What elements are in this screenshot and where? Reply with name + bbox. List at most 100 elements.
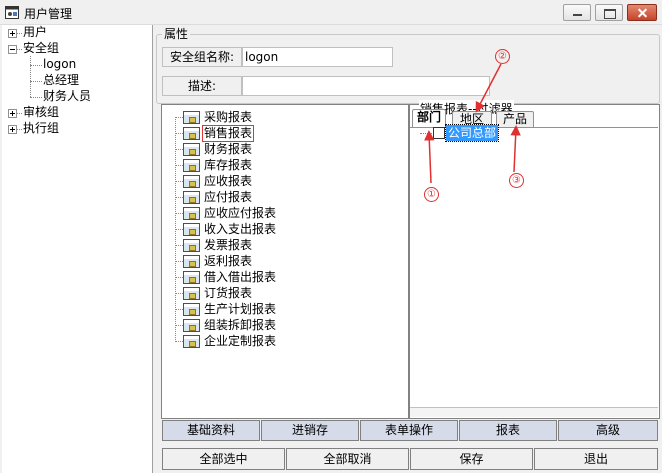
group-name-label: 安全组名称: <box>162 47 242 67</box>
report-item-label: 应付报表 <box>204 189 253 204</box>
report-item[interactable]: 发票报表 <box>183 237 253 253</box>
report-icon <box>183 142 200 156</box>
report-icon <box>183 334 200 348</box>
annotation-marker-1: ① <box>424 187 439 202</box>
report-item[interactable]: 应付报表 <box>183 189 253 205</box>
report-item-label: 企业定制报表 <box>204 333 277 348</box>
report-icon <box>183 286 200 300</box>
report-icon <box>183 254 200 268</box>
report-item[interactable]: 收入支出报表 <box>183 221 277 237</box>
report-item[interactable]: 借入借出报表 <box>183 269 277 285</box>
report-icon <box>183 174 200 188</box>
tree-connector <box>17 129 22 130</box>
expand-plus-icon[interactable] <box>8 125 17 134</box>
report-item-label: 采购报表 <box>204 109 253 124</box>
report-item-label: 收入支出报表 <box>204 221 277 236</box>
tree-connector <box>30 56 31 97</box>
report-button[interactable]: 报表 <box>459 420 557 441</box>
report-item-label: 财务报表 <box>204 141 253 156</box>
report-icon <box>183 222 200 236</box>
tree-connector <box>30 97 42 98</box>
exit-button[interactable]: 退出 <box>534 448 658 470</box>
tree-item-general-manager[interactable]: 总经理 <box>43 73 79 88</box>
tree-connector <box>17 33 22 34</box>
report-icon <box>183 318 200 332</box>
save-button[interactable]: 保存 <box>410 448 533 470</box>
report-icon <box>183 110 200 124</box>
advanced-button[interactable]: 高级 <box>558 420 658 441</box>
report-item[interactable]: 生产计划报表 <box>183 301 277 317</box>
tree-connector <box>175 245 183 246</box>
select-all-button[interactable]: 全部选中 <box>162 448 285 470</box>
annotation-arrow-3 <box>510 125 521 173</box>
properties-group-title: 属性 <box>162 25 191 42</box>
tree-connector <box>175 117 183 118</box>
report-item-label: 发票报表 <box>204 237 253 252</box>
report-item[interactable]: 采购报表 <box>183 109 253 125</box>
minimize-button[interactable] <box>563 4 591 21</box>
tree-connector <box>175 325 183 326</box>
report-item[interactable]: 销售报表 <box>183 124 255 142</box>
tree-connector <box>175 197 183 198</box>
tree-connector <box>30 65 42 66</box>
report-tree[interactable]: 采购报表 销售报表 财务报表 库存报表 应收报表 应付报表 应收应付报表 收入支出报表 发票报表… <box>161 104 409 419</box>
report-item[interactable]: 应收应付报表 <box>183 205 277 221</box>
deselect-all-button[interactable]: 全部取消 <box>286 448 409 470</box>
report-item-label: 库存报表 <box>204 157 253 172</box>
basic-data-button[interactable]: 基础资料 <box>162 420 260 441</box>
tree-connector <box>17 49 22 50</box>
group-name-input[interactable] <box>242 47 393 67</box>
report-icon <box>183 238 200 252</box>
report-item[interactable]: 库存报表 <box>183 157 253 173</box>
report-item[interactable]: 返利报表 <box>183 253 253 269</box>
tree-connector <box>175 229 183 230</box>
report-icon <box>183 206 200 220</box>
report-item[interactable]: 企业定制报表 <box>183 333 277 349</box>
report-item-label: 应收报表 <box>204 173 253 188</box>
tree-item-security-group[interactable]: 安全组 <box>23 41 59 56</box>
annotation-marker-3: ③ <box>509 173 524 188</box>
report-icon <box>183 270 200 284</box>
tree-connector <box>175 341 183 342</box>
report-item-label: 生产计划报表 <box>204 301 277 316</box>
maximize-button[interactable] <box>595 4 623 21</box>
tree-connector <box>175 181 183 182</box>
tree-item-logon[interactable]: logon <box>43 57 76 72</box>
report-item[interactable]: 订货报表 <box>183 285 253 301</box>
report-item-label: 应收应付报表 <box>204 205 277 220</box>
report-icon <box>183 158 200 172</box>
report-item[interactable]: 组装拆卸报表 <box>183 317 277 333</box>
tree-connector <box>30 81 42 82</box>
close-button[interactable] <box>627 4 657 21</box>
report-icon <box>183 302 200 316</box>
tree-connector <box>175 165 183 166</box>
report-item-label: 返利报表 <box>204 253 253 268</box>
tree-item-audit-group[interactable]: 审核组 <box>23 105 59 120</box>
window-title: 用户管理 <box>24 7 73 21</box>
tree-connector <box>175 309 183 310</box>
report-icon <box>183 126 200 140</box>
user-group-tree[interactable]: 用户 安全组 logon 总经理 财务人员 审核组 执行组 <box>2 25 153 473</box>
expand-plus-icon[interactable] <box>8 109 17 118</box>
tree-item-exec-group[interactable]: 执行组 <box>23 121 59 136</box>
tree-item-finance-staff[interactable]: 财务人员 <box>43 89 91 104</box>
tree-connector <box>175 149 183 150</box>
filter-horizontal-scrollbar[interactable] <box>410 407 658 417</box>
form-operation-button[interactable]: 表单操作 <box>360 420 458 441</box>
tree-connector <box>175 277 183 278</box>
tree-connector <box>175 213 183 214</box>
tree-connector <box>175 261 183 262</box>
collapse-minus-icon[interactable] <box>8 45 17 54</box>
tree-connector <box>175 293 183 294</box>
annotation-marker-2: ② <box>495 49 510 64</box>
tree-item-users[interactable]: 用户 <box>23 25 47 40</box>
description-label: 描述: <box>162 76 242 96</box>
annotation-arrow-2 <box>475 63 502 113</box>
inventory-button[interactable]: 进销存 <box>261 420 359 441</box>
app-user-manage-icon <box>5 6 19 19</box>
report-item[interactable]: 应收报表 <box>183 173 253 189</box>
report-icon <box>183 190 200 204</box>
report-item[interactable]: 财务报表 <box>183 141 253 157</box>
expand-plus-icon[interactable] <box>8 29 17 38</box>
report-item-label: 订货报表 <box>204 285 253 300</box>
